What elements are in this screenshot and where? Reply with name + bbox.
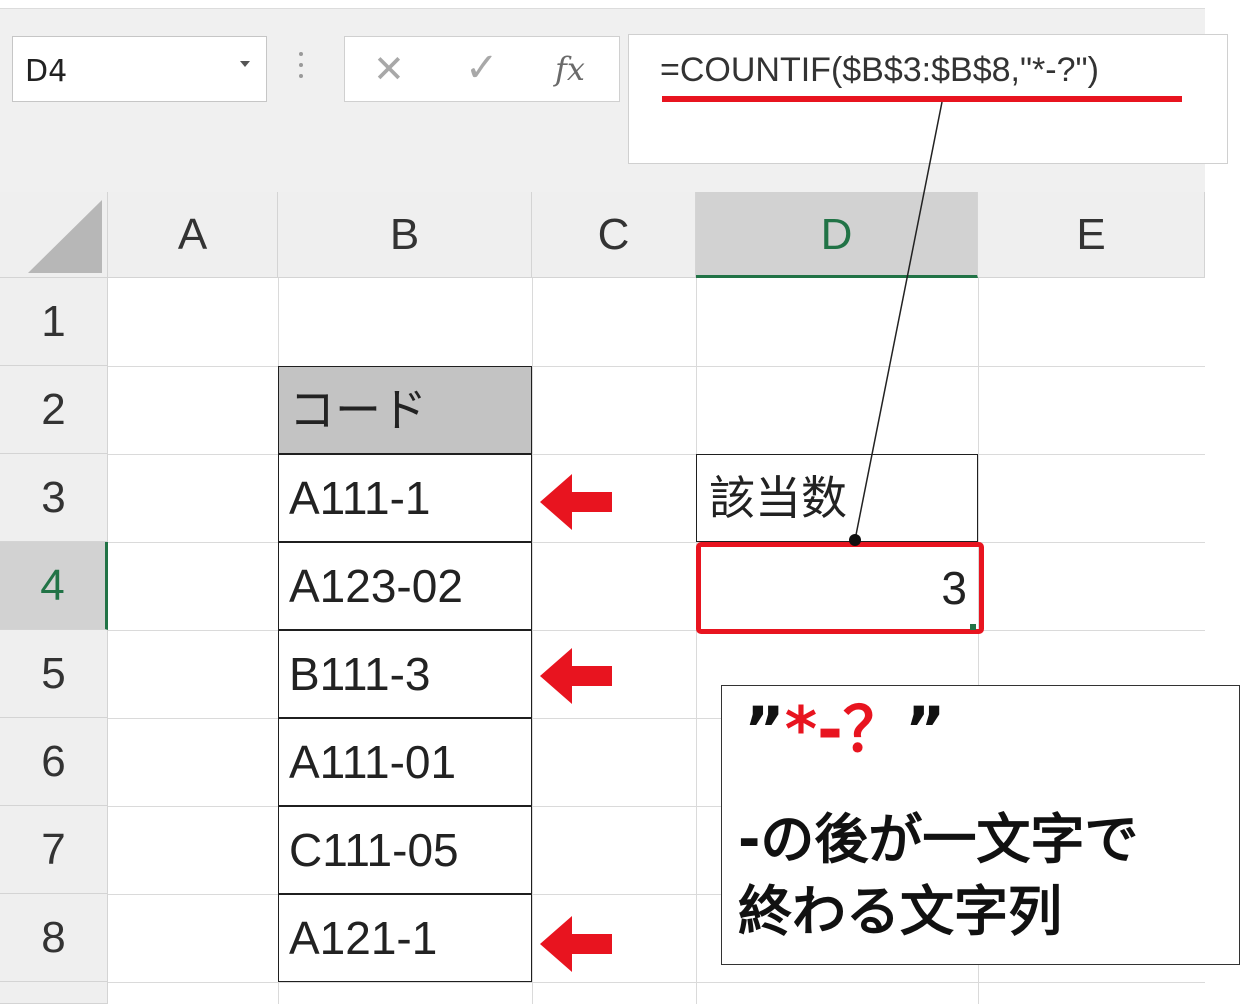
name-box-value: D4 xyxy=(25,54,68,89)
cell-b8[interactable]: A121-1 xyxy=(278,894,532,982)
cell-b4[interactable]: A123-02 xyxy=(278,542,532,630)
name-box[interactable]: D4 xyxy=(12,36,267,102)
formula-buttons: ✕ ✓ fx xyxy=(344,36,620,102)
note-quote-open: ” xyxy=(744,693,785,766)
gridline xyxy=(108,630,1205,631)
row-header-4[interactable]: 4 xyxy=(0,542,108,630)
cancel-icon[interactable]: ✕ xyxy=(373,49,405,89)
note-line-1: -の後が一文字で xyxy=(738,808,1139,871)
arrow-left-icon xyxy=(540,648,612,704)
gridline xyxy=(108,366,1205,367)
select-all-triangle-icon xyxy=(28,200,102,273)
note-line-2: 終わる文字列 xyxy=(738,880,1062,943)
column-header-b[interactable]: B xyxy=(278,192,532,278)
gridline xyxy=(696,278,697,1004)
gridline xyxy=(108,454,1205,455)
gridline xyxy=(108,542,1205,543)
chevron-down-icon[interactable] xyxy=(240,61,250,67)
row-header-9[interactable] xyxy=(0,982,108,1004)
drag-handle-icon[interactable] xyxy=(298,52,304,82)
row-header-6[interactable]: 6 xyxy=(0,718,108,806)
cell-b6[interactable]: A111-01 xyxy=(278,718,532,806)
row-header-2[interactable]: 2 xyxy=(0,366,108,454)
row-header-1[interactable]: 1 xyxy=(0,278,108,366)
gridline xyxy=(532,278,533,1004)
insert-function-icon[interactable]: fx xyxy=(555,51,585,87)
formula-highlight-underline xyxy=(662,96,1182,102)
note-pattern: ”*-？” xyxy=(744,690,946,770)
row-header-5[interactable]: 5 xyxy=(0,630,108,718)
column-header-c[interactable]: C xyxy=(532,192,696,278)
cell-d3[interactable]: 該当数 xyxy=(696,454,978,542)
column-header-d[interactable]: D xyxy=(696,192,978,278)
gridline xyxy=(108,982,1205,983)
cell-b5[interactable]: B111-3 xyxy=(278,630,532,718)
enter-icon[interactable]: ✓ xyxy=(465,47,499,89)
cell-b7[interactable]: C111-05 xyxy=(278,806,532,894)
row-header-8[interactable]: 8 xyxy=(0,894,108,982)
formula-text[interactable]: =COUNTIF($B$3:$B$8,"*-?") xyxy=(660,50,1099,90)
cell-d4-selected[interactable]: 3 xyxy=(696,542,984,634)
column-header-a[interactable]: A xyxy=(108,192,278,278)
note-wildcard-pattern: *-？ xyxy=(784,693,905,766)
cell-b2[interactable]: コード xyxy=(278,366,532,454)
column-header-e[interactable]: E xyxy=(978,192,1205,278)
row-header-3[interactable]: 3 xyxy=(0,454,108,542)
cell-b3[interactable]: A111-1 xyxy=(278,454,532,542)
arrow-left-icon xyxy=(540,474,612,530)
row-header-7[interactable]: 7 xyxy=(0,806,108,894)
fill-handle[interactable] xyxy=(970,624,976,630)
note-quote-close: ” xyxy=(904,693,946,766)
arrow-left-icon xyxy=(540,916,612,972)
